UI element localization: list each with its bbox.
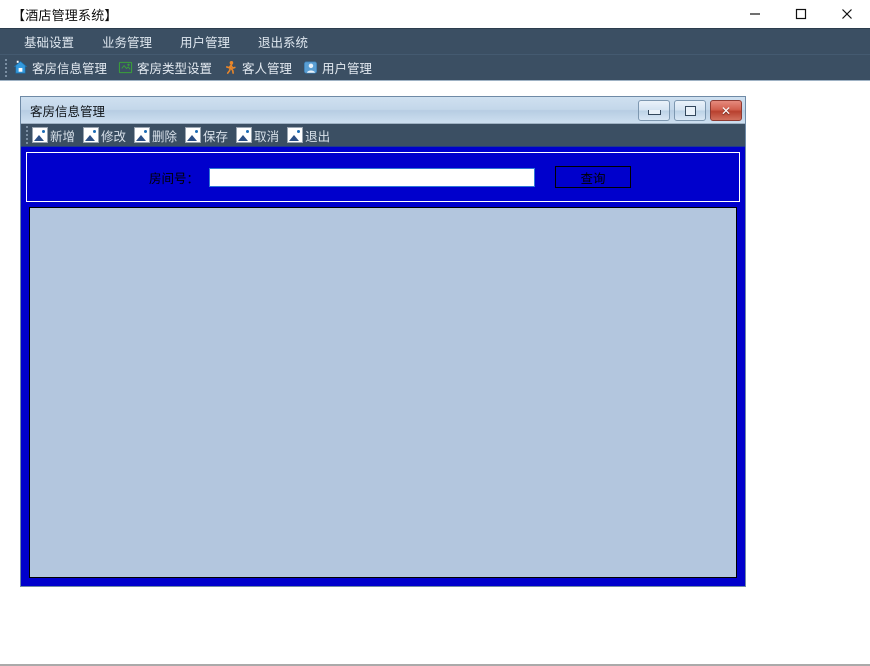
child-restore-button[interactable] (674, 100, 706, 121)
cancel-button[interactable]: 取消 (234, 126, 285, 145)
child-window-room-info: 客房信息管理 ✕ 新增 修改 删除 保存 取消 退出 房间号： 查询 (20, 96, 746, 587)
toolbar-grip-handle[interactable] (2, 58, 9, 77)
exit-button-label: 退出 (305, 128, 331, 144)
cancel-button-label: 取消 (254, 128, 280, 144)
modify-button-label: 修改 (101, 128, 127, 144)
broken-image-icon (287, 127, 304, 143)
broken-image-icon (83, 127, 100, 143)
menu-exit-system[interactable]: 退出系统 (244, 29, 322, 54)
save-button[interactable]: 保存 (183, 126, 234, 145)
toolbar-label-room-info: 客房信息管理 (32, 61, 108, 76)
menu-basic-settings[interactable]: 基础设置 (10, 29, 88, 54)
minimize-icon (750, 13, 760, 15)
toolbar-button-guest[interactable]: 客人管理 (219, 57, 299, 78)
room-list-grid[interactable] (29, 207, 737, 578)
house-icon (13, 60, 28, 74)
toolbar-label-guest: 客人管理 (242, 61, 293, 76)
restore-icon (684, 105, 696, 116)
child-window-titlebar[interactable]: 客房信息管理 ✕ (21, 97, 745, 123)
exit-button[interactable]: 退出 (285, 126, 336, 145)
delete-button[interactable]: 删除 (132, 126, 183, 145)
add-button[interactable]: 新增 (30, 126, 81, 145)
broken-image-icon (236, 127, 253, 143)
child-window-body: 房间号： 查询 (21, 147, 745, 586)
os-window-controls (732, 0, 870, 28)
main-toolbar: 客房信息管理 客房类型设置 客人管理 用户管理 (0, 54, 870, 81)
broken-image-icon (32, 127, 48, 143)
toolbar-button-room-info[interactable]: 客房信息管理 (9, 57, 114, 78)
child-close-button[interactable]: ✕ (710, 100, 742, 121)
menubar: 基础设置 业务管理 用户管理 退出系统 (0, 29, 870, 54)
child-window-title: 客房信息管理 (30, 103, 106, 119)
mdi-client-area: 客房信息管理 ✕ 新增 修改 删除 保存 取消 退出 房间号： 查询 (0, 81, 870, 666)
broken-image-icon (185, 127, 202, 143)
user-badge-icon (304, 61, 317, 74)
app-chrome: 基础设置 业务管理 用户管理 退出系统 客房信息管理 客房类型设置 客人管理 用… (0, 28, 870, 81)
toolbar-label-user: 用户管理 (322, 61, 373, 76)
toolbar-button-user[interactable]: 用户管理 (299, 57, 379, 78)
add-button-label: 新增 (50, 128, 76, 144)
room-number-label: 房间号： (149, 170, 200, 186)
os-titlebar: 【酒店管理系统】 (0, 0, 870, 28)
menu-user-management[interactable]: 用户管理 (166, 29, 244, 54)
child-window-controls: ✕ (638, 100, 742, 121)
delete-button-label: 删除 (152, 128, 178, 144)
window-maximize-button[interactable] (778, 0, 824, 28)
close-icon (842, 9, 852, 19)
page-title: 【酒店管理系统】 (12, 8, 118, 24)
toolbar-label-room-type: 客房类型设置 (137, 61, 213, 76)
child-toolbar-grip-handle[interactable] (23, 126, 30, 144)
room-type-icon (118, 61, 133, 74)
window-minimize-button[interactable] (732, 0, 778, 28)
toolbar-button-room-type[interactable]: 客房类型设置 (114, 57, 219, 78)
menu-business-management[interactable]: 业务管理 (88, 29, 166, 54)
child-minimize-button[interactable] (638, 100, 670, 121)
maximize-icon (795, 8, 807, 20)
search-panel: 房间号： 查询 (26, 152, 740, 202)
room-number-input[interactable] (209, 167, 535, 187)
minimize-icon (647, 110, 661, 115)
modify-button[interactable]: 修改 (81, 126, 132, 145)
window-close-button[interactable] (824, 0, 870, 28)
child-window-toolbar: 新增 修改 删除 保存 取消 退出 (21, 123, 745, 147)
save-button-label: 保存 (203, 128, 229, 144)
broken-image-icon (134, 127, 151, 143)
query-button[interactable]: 查询 (555, 166, 631, 188)
running-person-icon (225, 61, 236, 74)
close-icon: ✕ (720, 103, 732, 118)
application-window: 【酒店管理系统】 基础设置 业务管理 用户管理 退出系统 客房信息管理 客房类型… (0, 0, 870, 666)
